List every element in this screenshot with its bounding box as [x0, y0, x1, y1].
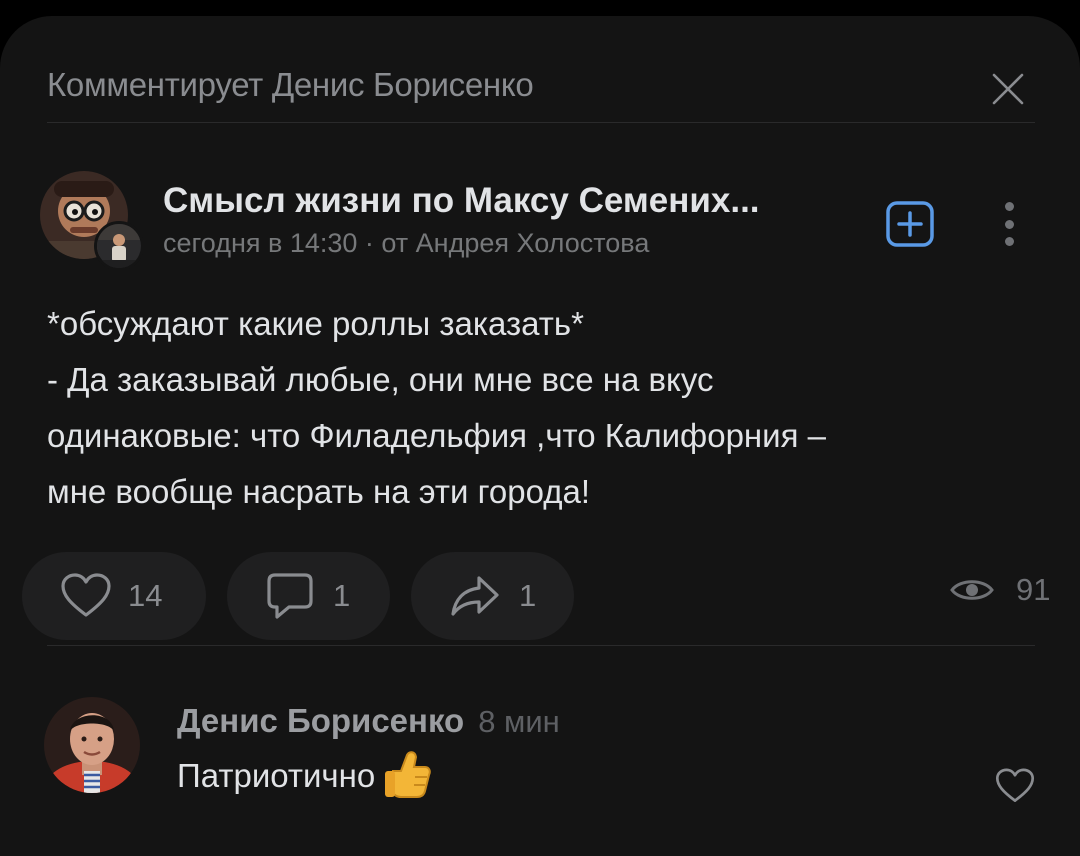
views-counter: 91 [950, 572, 1050, 608]
post-line: мне вообще насрать на эти города! [47, 473, 591, 510]
share-icon [451, 576, 499, 616]
post-line: - Да заказывай любые, они мне все на вку… [47, 361, 714, 398]
comment-icon [267, 573, 313, 619]
header-divider [47, 122, 1035, 123]
comment-text: Патриотично [177, 757, 376, 794]
comment-button[interactable]: 1 [227, 552, 390, 640]
community-avatar-group[interactable] [40, 171, 144, 271]
post-meta: сегодня в 14:30 · от Андрея Холостова [163, 228, 650, 258]
heart-icon [61, 573, 111, 617]
author-avatar [94, 221, 144, 271]
share-count: 1 [519, 578, 537, 613]
comment-author[interactable]: Денис Борисенко 8 мин [177, 702, 560, 740]
sheet-title: Комментирует Денис Борисенко [47, 66, 534, 103]
add-community-button[interactable] [885, 200, 935, 248]
like-button[interactable]: 14 [22, 552, 206, 640]
comment-time: 8 мин [478, 704, 560, 739]
comment-text-row: Патриотично [177, 751, 433, 801]
post-line: одинаковые: что Филадельфия ,что Калифор… [47, 417, 826, 454]
like-count: 14 [128, 578, 163, 613]
more-dot-icon [1004, 219, 1014, 229]
plus-square-icon [886, 201, 934, 247]
commenter-avatar[interactable] [44, 697, 140, 793]
more-dot-icon [1004, 202, 1014, 211]
comments-divider [47, 645, 1035, 646]
comment-like-button[interactable] [995, 768, 1035, 808]
post-body: *обсуждают какие роллы заказать* - Да за… [47, 296, 1047, 520]
close-icon [992, 73, 1024, 105]
eye-icon [950, 580, 994, 600]
more-dot-icon [1004, 237, 1014, 246]
thumbs-up-icon [385, 751, 431, 798]
comment-count: 1 [333, 578, 351, 613]
share-button[interactable]: 1 [411, 552, 574, 640]
comment-author-name: Денис Борисенко [177, 702, 465, 739]
close-button[interactable] [985, 66, 1031, 112]
comment-sheet: Комментирует Денис Борисенко Смысл жизни… [0, 16, 1080, 856]
more-options-button[interactable] [995, 196, 1023, 252]
views-count: 91 [1016, 572, 1051, 607]
post-line: *обсуждают какие роллы заказать* [47, 305, 584, 342]
community-name[interactable]: Смысл жизни по Максу Семених... [163, 181, 760, 221]
heart-icon [995, 768, 1035, 802]
